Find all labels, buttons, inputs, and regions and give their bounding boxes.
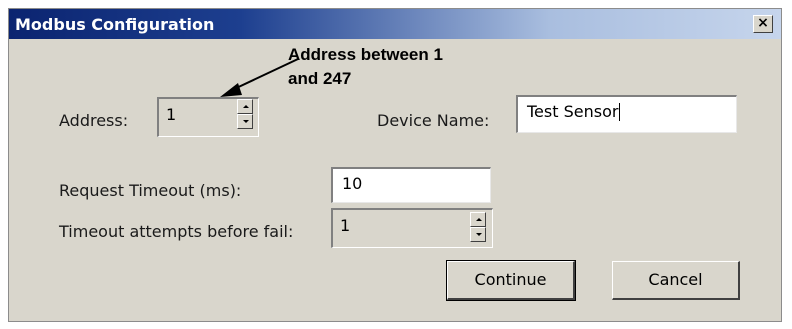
- spin-up-icon: [476, 218, 482, 221]
- address-spinner-buttons: [237, 99, 253, 129]
- device-name-label: Device Name:: [377, 111, 490, 130]
- timeout-attempts-spinner-buttons: [470, 212, 486, 242]
- annotation-line-2: and 247: [288, 69, 352, 88]
- timeout-attempts-decrement-button[interactable]: [470, 227, 486, 242]
- address-range-annotation: Address between 1 and 247: [288, 43, 443, 91]
- address-label: Address:: [59, 111, 129, 130]
- annotation-line-1: Address between 1: [288, 45, 443, 64]
- text-caret: [619, 103, 621, 121]
- cancel-button[interactable]: Cancel: [612, 261, 740, 300]
- modbus-configuration-dialog: Modbus Configuration × Address between 1…: [8, 8, 782, 322]
- timeout-attempts-label: Timeout attempts before fail:: [59, 222, 294, 241]
- request-timeout-label: Request Timeout (ms):: [59, 181, 242, 200]
- timeout-attempts-spinner-field[interactable]: 1: [331, 208, 493, 248]
- device-name-value: Test Sensor: [527, 102, 619, 121]
- address-increment-button[interactable]: [237, 99, 253, 114]
- address-decrement-button[interactable]: [237, 114, 253, 129]
- spin-down-icon: [243, 120, 249, 123]
- spin-down-icon: [476, 233, 482, 236]
- close-icon: ×: [757, 15, 769, 31]
- request-timeout-value: 10: [342, 174, 363, 193]
- request-timeout-input[interactable]: 10: [331, 167, 491, 203]
- spin-up-icon: [243, 105, 249, 108]
- device-name-input[interactable]: Test Sensor: [516, 95, 737, 133]
- window-title: Modbus Configuration: [15, 15, 215, 34]
- address-value: 1: [166, 105, 177, 124]
- timeout-attempts-increment-button[interactable]: [470, 212, 486, 227]
- continue-button[interactable]: Continue: [446, 260, 576, 301]
- close-button[interactable]: ×: [753, 15, 773, 33]
- title-bar: Modbus Configuration ×: [9, 9, 781, 39]
- arrow-icon: [220, 58, 299, 97]
- timeout-attempts-value: 1: [340, 216, 351, 235]
